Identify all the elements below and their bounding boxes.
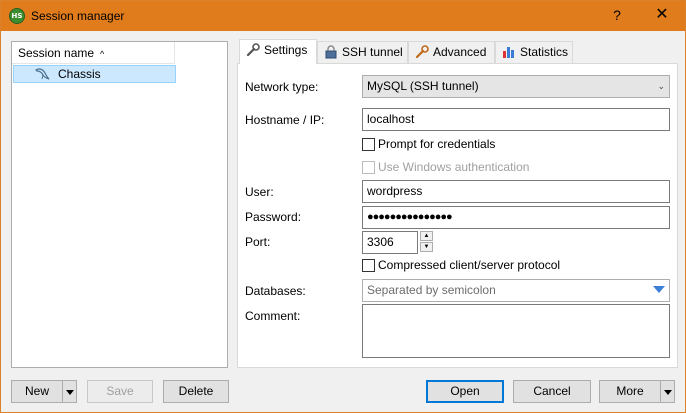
- network-type-value: MySQL (SSH tunnel): [367, 79, 479, 93]
- databases-label: Databases:: [245, 284, 306, 298]
- password-label: Password:: [245, 210, 302, 224]
- user-input[interactable]: wordpress: [362, 180, 670, 203]
- dropdown-arrow-icon[interactable]: [653, 286, 665, 293]
- new-button[interactable]: New: [11, 380, 63, 403]
- compressed-protocol-label: Compressed client/server protocol: [378, 258, 561, 272]
- column-header-label: Session name: [18, 46, 95, 60]
- help-button[interactable]: ?: [607, 5, 627, 25]
- tab-label: Statistics: [520, 45, 569, 59]
- tab-advanced[interactable]: Advanced: [408, 41, 495, 63]
- port-increment-button[interactable]: ▲: [420, 231, 433, 241]
- port-label: Port:: [245, 235, 271, 249]
- heidisql-app-icon: HS: [9, 8, 25, 24]
- title-bar[interactable]: HS Session manager ? ✕: [1, 1, 685, 31]
- password-input[interactable]: ●●●●●●●●●●●●●●●: [362, 206, 670, 229]
- network-type-select[interactable]: MySQL (SSH tunnel) ⌄: [362, 75, 670, 98]
- session-list[interactable]: Session name ^ Chassis: [11, 41, 228, 368]
- port-input[interactable]: 3306: [362, 231, 418, 254]
- tab-statistics[interactable]: Statistics: [495, 41, 573, 63]
- windows-auth-label: Use Windows authentication: [378, 160, 530, 174]
- bar-chart-icon: [503, 47, 514, 58]
- cancel-button[interactable]: Cancel: [513, 380, 591, 403]
- open-button[interactable]: Open: [426, 380, 504, 403]
- new-dropdown-button[interactable]: [62, 380, 77, 403]
- session-manager-window: HS Session manager ? ✕ Session name ^ Cha…: [0, 0, 686, 413]
- delete-button[interactable]: Delete: [163, 380, 229, 403]
- tab-label: SSH tunnel: [342, 45, 403, 59]
- tab-ssh-tunnel[interactable]: SSH tunnel: [317, 41, 408, 63]
- network-type-label: Network type:: [245, 80, 319, 94]
- wrench-icon: [415, 45, 429, 59]
- tab-label: Settings: [264, 43, 308, 57]
- prompt-credentials-label: Prompt for credentials: [378, 137, 496, 151]
- databases-placeholder: Separated by semicolon: [367, 283, 496, 297]
- compressed-protocol-checkbox[interactable]: [362, 259, 375, 272]
- tab-label: Advanced: [433, 45, 487, 59]
- databases-input[interactable]: Separated by semicolon: [362, 279, 670, 302]
- more-button[interactable]: More: [599, 380, 661, 403]
- save-button[interactable]: Save: [87, 380, 153, 403]
- user-label: User:: [245, 185, 274, 199]
- column-header-session-name[interactable]: Session name ^: [12, 42, 175, 64]
- hostname-label: Hostname / IP:: [245, 113, 325, 127]
- session-item-label: Chassis: [58, 67, 101, 81]
- tab-settings[interactable]: Settings: [239, 39, 317, 64]
- comment-textarea[interactable]: [362, 304, 670, 358]
- wrench-icon: [246, 43, 260, 57]
- lock-icon: [325, 45, 337, 59]
- more-dropdown-button[interactable]: [660, 380, 675, 403]
- sort-ascending-icon: ^: [100, 49, 105, 59]
- port-decrement-button[interactable]: ▼: [420, 242, 433, 252]
- prompt-credentials-checkbox[interactable]: [362, 138, 375, 151]
- windows-auth-checkbox[interactable]: [362, 161, 375, 174]
- chevron-down-icon: ⌄: [657, 81, 665, 91]
- mysql-dolphin-icon: [35, 68, 50, 80]
- session-item-chassis[interactable]: Chassis: [13, 65, 176, 83]
- comment-label: Comment:: [245, 309, 301, 323]
- close-button[interactable]: ✕: [649, 5, 675, 25]
- hostname-input[interactable]: localhost: [362, 108, 670, 131]
- window-title: Session manager: [31, 9, 125, 23]
